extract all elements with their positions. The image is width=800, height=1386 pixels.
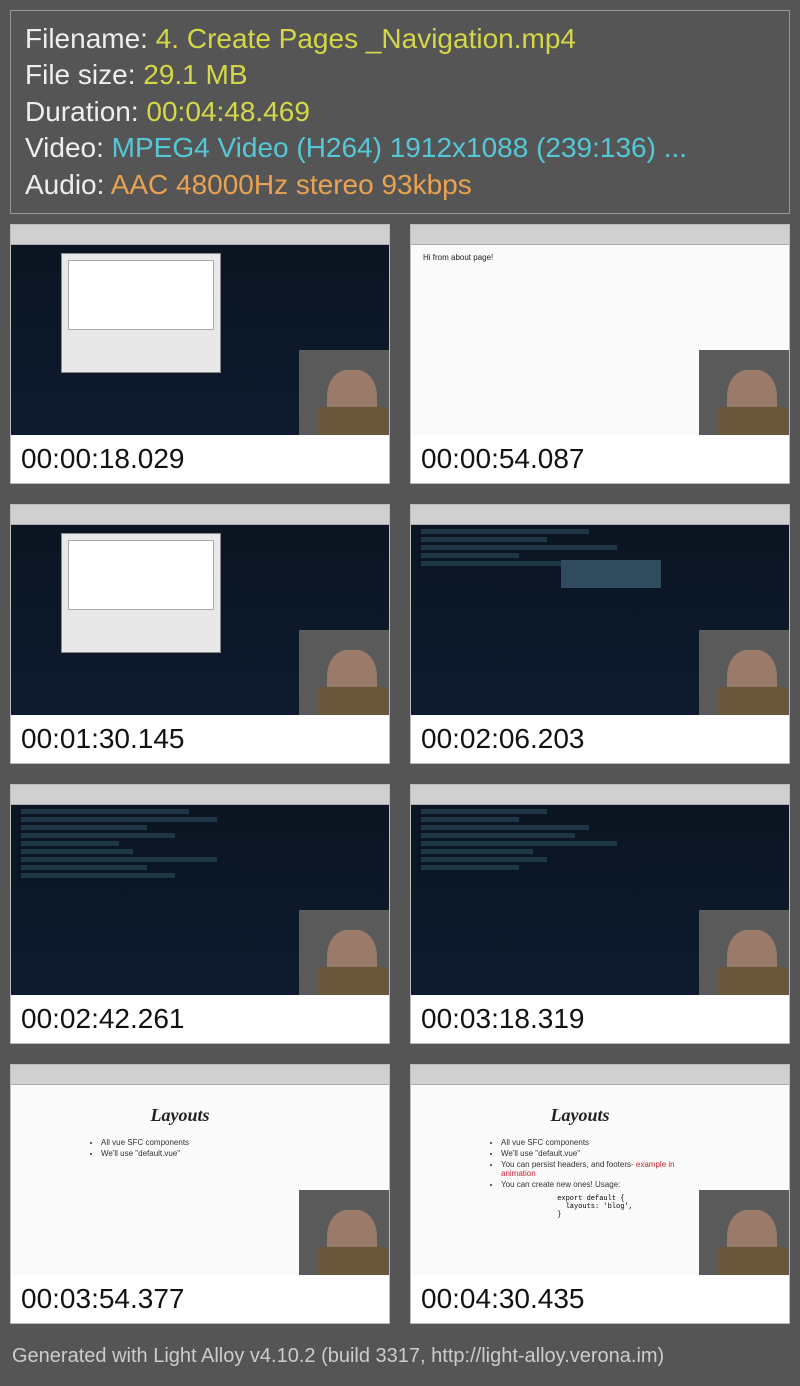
timestamp: 00:03:54.377 bbox=[11, 1275, 389, 1323]
presenter-pip bbox=[699, 1190, 789, 1275]
slide-bullets: All vue SFC components We'll use "defaul… bbox=[101, 1138, 289, 1158]
window-chrome bbox=[411, 1065, 789, 1085]
timestamp: 00:01:30.145 bbox=[11, 715, 389, 763]
presenter-pip bbox=[299, 1190, 389, 1275]
window-chrome bbox=[11, 505, 389, 525]
info-filesize: File size: 29.1 MB bbox=[25, 57, 775, 93]
window-chrome bbox=[411, 505, 789, 525]
presenter-pip bbox=[699, 350, 789, 435]
info-duration: Duration: 00:04:48.469 bbox=[25, 94, 775, 130]
slide-title: Layouts bbox=[71, 1105, 289, 1126]
window-chrome bbox=[411, 785, 789, 805]
window-chrome bbox=[11, 785, 389, 805]
slide-body: Layouts All vue SFC components We'll use… bbox=[71, 1105, 289, 1160]
presenter-pip bbox=[699, 630, 789, 715]
page-text: Hi from about page! bbox=[423, 253, 493, 262]
thumbnail: 00:03:18.319 bbox=[410, 784, 790, 1044]
window-chrome bbox=[411, 225, 789, 245]
window-chrome bbox=[11, 225, 389, 245]
info-video: Video: MPEG4 Video (H264) 1912x1088 (239… bbox=[25, 130, 775, 166]
timestamp: 00:02:06.203 bbox=[411, 715, 789, 763]
slide-bullets: All vue SFC components We'll use "defaul… bbox=[501, 1138, 689, 1189]
thumbnail: 00:02:42.261 bbox=[10, 784, 390, 1044]
timestamp: 00:00:54.087 bbox=[411, 435, 789, 483]
generator-footer: Generated with Light Alloy v4.10.2 (buil… bbox=[12, 1345, 664, 1368]
thumb-image bbox=[411, 505, 789, 715]
thumbnail: Layouts All vue SFC components We'll use… bbox=[410, 1064, 790, 1324]
timestamp: 00:03:18.319 bbox=[411, 995, 789, 1043]
code-snippet: export default { layouts: 'blog', } bbox=[557, 1195, 633, 1219]
info-filename: Filename: 4. Create Pages _Navigation.mp… bbox=[25, 21, 775, 57]
thumbnail: Hi from about page! 00:00:54.087 bbox=[410, 224, 790, 484]
thumbnail-grid: 00:00:18.029 Hi from about page! 00:00:5… bbox=[10, 224, 790, 1324]
thumbnail: 00:00:18.029 bbox=[10, 224, 390, 484]
presenter-pip bbox=[699, 910, 789, 995]
slide-title: Layouts bbox=[471, 1105, 689, 1126]
presenter-pip bbox=[299, 910, 389, 995]
timestamp: 00:00:18.029 bbox=[11, 435, 389, 483]
file-dialog bbox=[61, 533, 221, 653]
info-audio: Audio: AAC 48000Hz stereo 93kbps bbox=[25, 167, 775, 203]
file-info-panel: Filename: 4. Create Pages _Navigation.mp… bbox=[10, 10, 790, 214]
file-dialog bbox=[61, 253, 221, 373]
code-hint-popup bbox=[561, 560, 661, 588]
thumb-image: Layouts All vue SFC components We'll use… bbox=[411, 1065, 789, 1275]
presenter-pip bbox=[299, 630, 389, 715]
thumb-image: Layouts All vue SFC components We'll use… bbox=[11, 1065, 389, 1275]
thumb-image bbox=[11, 225, 389, 435]
thumb-image bbox=[411, 785, 789, 995]
timestamp: 00:04:30.435 bbox=[411, 1275, 789, 1323]
thumbnail: Layouts All vue SFC components We'll use… bbox=[10, 1064, 390, 1324]
thumb-image bbox=[11, 505, 389, 715]
window-chrome bbox=[11, 1065, 389, 1085]
timestamp: 00:02:42.261 bbox=[11, 995, 389, 1043]
slide-body: Layouts All vue SFC components We'll use… bbox=[471, 1105, 689, 1221]
thumb-image: Hi from about page! bbox=[411, 225, 789, 435]
thumbnail: 00:02:06.203 bbox=[410, 504, 790, 764]
thumbnail: 00:01:30.145 bbox=[10, 504, 390, 764]
presenter-pip bbox=[299, 350, 389, 435]
thumb-image bbox=[11, 785, 389, 995]
